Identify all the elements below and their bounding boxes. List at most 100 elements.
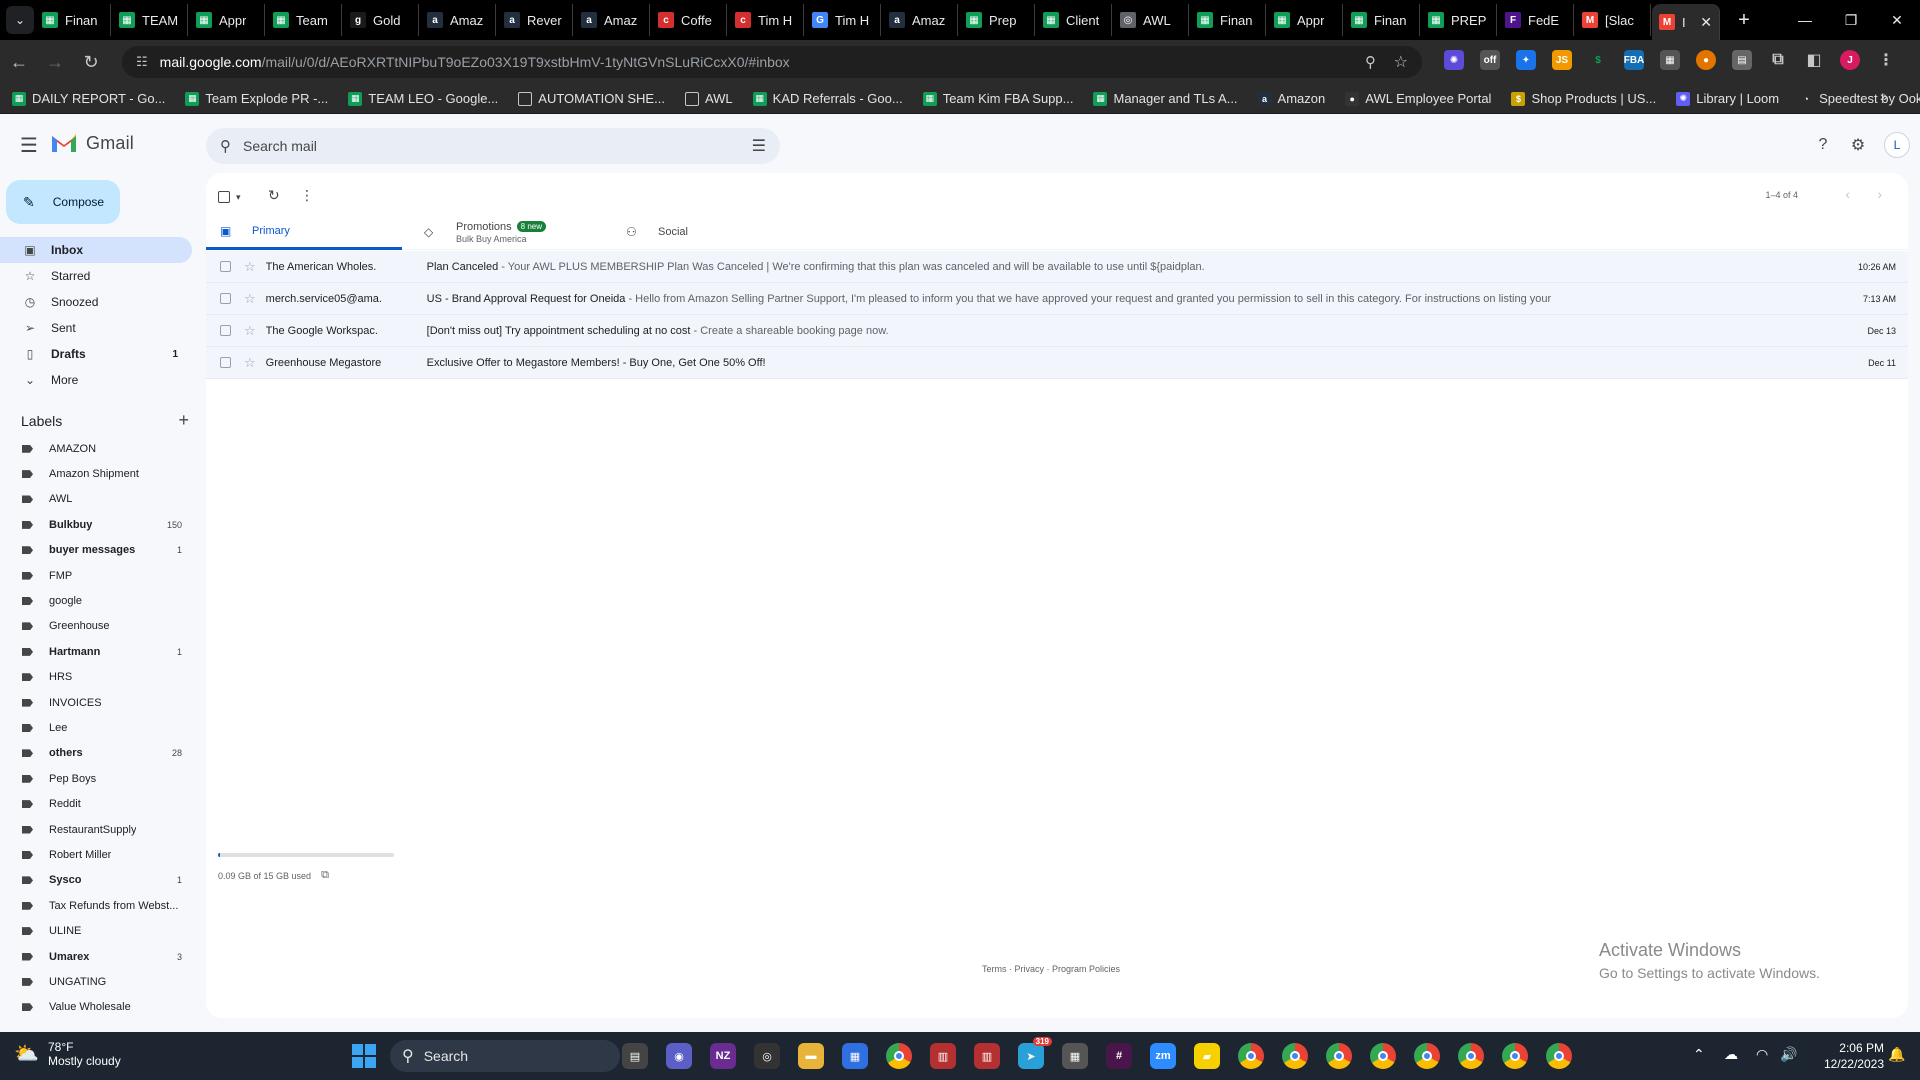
label-item[interactable]: FMP — [0, 563, 192, 588]
terms-link[interactable]: Terms — [982, 964, 1007, 974]
file-manager-icon[interactable]: ▤ — [622, 1043, 648, 1069]
star-icon[interactable]: ☆ — [244, 323, 256, 339]
label-item[interactable]: Lee — [0, 715, 192, 740]
browser-tab[interactable]: ▦ Client — [1036, 4, 1112, 36]
extension-icon[interactable]: ✺ — [1444, 50, 1464, 70]
bookmark-item[interactable]: $ Shop Products | US... — [1511, 91, 1656, 106]
browser-tab[interactable]: ▦ Finan — [1344, 4, 1420, 36]
bookmarks-overflow-icon[interactable]: » — [1880, 88, 1888, 104]
browser-tab[interactable]: ◎ AWL — [1113, 4, 1189, 36]
chrome-alt-icon[interactable]: ◎ — [754, 1043, 780, 1069]
search-input[interactable]: Search mail — [243, 138, 317, 154]
email-row[interactable]: ☆ Greenhouse Megastore Exclusive Offer to … — [206, 347, 1908, 379]
sticky-notes-icon[interactable]: ▰ — [1194, 1043, 1220, 1069]
settings-gear-icon[interactable]: ⚙ — [1845, 132, 1871, 158]
label-item[interactable]: Pep Boys — [0, 766, 192, 791]
older-page-icon[interactable]: › — [1877, 186, 1882, 202]
account-avatar[interactable]: L — [1884, 132, 1910, 158]
label-item[interactable]: Greenhouse — [0, 614, 192, 639]
address-bar[interactable]: ☷ mail.google.com/mail/u/0/d/AEoRXRTtNIP… — [122, 46, 1422, 78]
label-item[interactable]: RestaurantSupply — [0, 817, 192, 842]
chrome-icon[interactable] — [886, 1043, 912, 1069]
extension-icon[interactable]: off — [1480, 50, 1500, 70]
bookmark-item[interactable]: ✺ Library | Loom — [1676, 91, 1779, 106]
bookmark-item[interactable]: ▦ Team Kim FBA Supp... — [922, 91, 1073, 106]
label-item[interactable]: AWL — [0, 487, 192, 512]
privacy-link[interactable]: Privacy — [1015, 964, 1045, 974]
select-all-checkbox[interactable] — [218, 191, 230, 203]
label-item[interactable]: Reddit — [0, 791, 192, 816]
row-checkbox[interactable] — [220, 325, 231, 336]
email-row[interactable]: ☆ The Google Workspac. [Don't miss out] Tr… — [206, 315, 1908, 347]
extension-icon[interactable]: ● — [1696, 50, 1716, 70]
zoom-icon[interactable]: zm — [1150, 1043, 1176, 1069]
extension-icon[interactable]: FBA — [1624, 50, 1644, 70]
forward-button[interactable]: → — [38, 45, 72, 79]
nav-item-more[interactable]: ⌄ More — [0, 367, 192, 393]
star-icon[interactable]: ☆ — [244, 355, 256, 371]
nav-item-snoozed[interactable]: ◷ Snoozed — [0, 289, 192, 315]
chrome-icon[interactable] — [1238, 1043, 1264, 1069]
email-row[interactable]: ☆ The American Wholes. Plan Canceled - You… — [206, 251, 1908, 283]
volume-icon[interactable]: 🔊 — [1780, 1046, 1797, 1063]
extension-icon[interactable]: JS — [1552, 50, 1572, 70]
tab-primary[interactable]: ▣ Primary — [206, 214, 402, 250]
windows-start-icon[interactable] — [352, 1044, 376, 1068]
compose-button[interactable]: ✎ Compose — [6, 180, 120, 224]
nav-item-starred[interactable]: ☆ Starred — [0, 263, 192, 289]
row-checkbox[interactable] — [220, 357, 231, 368]
label-item[interactable]: Amazon Shipment — [0, 461, 192, 486]
nav-item-sent[interactable]: ➢ Sent — [0, 315, 192, 341]
browser-tab[interactable]: c Tim H — [728, 4, 804, 36]
nzxt-icon[interactable]: NZ — [710, 1043, 736, 1069]
bookmark-item[interactable]: ▦ KAD Referrals - Goo... — [752, 91, 903, 106]
row-checkbox[interactable] — [220, 261, 231, 272]
browser-tab[interactable]: ▦ Appr — [189, 4, 265, 36]
label-item[interactable]: Robert Miller — [0, 842, 192, 867]
extension-icon[interactable]: ▤ — [1732, 50, 1752, 70]
browser-tab[interactable]: M [Slac — [1575, 4, 1651, 36]
search-options-icon[interactable]: ☰ — [752, 136, 766, 156]
browser-tab[interactable]: g Gold — [343, 4, 419, 36]
star-icon[interactable]: ☆ — [244, 291, 256, 307]
spreadsheet-icon[interactable]: ▥ — [930, 1043, 956, 1069]
meet-icon[interactable]: ◉ — [666, 1043, 692, 1069]
browser-tab[interactable]: ▦ PREP — [1421, 4, 1497, 36]
chrome-icon[interactable] — [1282, 1043, 1308, 1069]
side-panel-icon[interactable]: ◧ — [1804, 50, 1824, 70]
create-label-plus-icon[interactable]: + — [178, 410, 189, 431]
label-item[interactable]: Umarex 3 — [0, 944, 192, 969]
browser-tab[interactable]: a Amaz — [574, 4, 650, 36]
label-item[interactable]: AMAZON — [0, 436, 192, 461]
restore-button[interactable]: ❐ — [1828, 0, 1874, 40]
more-actions-icon[interactable]: ⋮ — [300, 187, 314, 204]
browser-tab[interactable]: a Amaz — [420, 4, 496, 36]
label-item[interactable]: buyer messages 1 — [0, 538, 192, 563]
system-clock[interactable]: 2:06 PM 12/22/2023 — [1814, 1040, 1884, 1072]
bookmark-item[interactable]: ▦ DAILY REPORT - Go... — [12, 91, 165, 106]
search-icon[interactable]: ⚲ — [220, 137, 231, 155]
main-menu-icon[interactable]: ☰ — [14, 130, 44, 160]
profile-avatar[interactable]: J — [1840, 50, 1860, 70]
label-item[interactable]: INVOICES — [0, 690, 192, 715]
bookmark-item[interactable]: ▦ Team Explode PR -... — [185, 91, 328, 106]
bookmark-item[interactable]: ◔ Speedtest by Ookla... — [1799, 91, 1920, 106]
label-item[interactable]: Value Wholesale — [0, 995, 192, 1020]
label-item[interactable]: Tax Refunds from Webst... — [0, 893, 192, 918]
taskbar-search[interactable]: ⚲ Search — [390, 1040, 620, 1072]
label-item[interactable]: HRS — [0, 665, 192, 690]
browser-tab[interactable]: F FedE — [1498, 4, 1574, 36]
spreadsheet-icon[interactable]: ▥ — [974, 1043, 1000, 1069]
bookmark-item[interactable]: ▦ TEAM LEO - Google... — [348, 91, 498, 106]
nav-item-inbox[interactable]: ▣ Inbox — [0, 237, 192, 263]
extension-icon[interactable]: ▦ — [1660, 50, 1680, 70]
label-item[interactable]: UNGATING — [0, 969, 192, 994]
tab-social[interactable]: ⚇ Social — [612, 214, 808, 250]
program-policies-link[interactable]: Program Policies — [1052, 964, 1120, 974]
zoom-icon[interactable]: ⚲ — [1365, 53, 1376, 71]
notifications-bell-icon[interactable]: 🔔 — [1888, 1046, 1905, 1063]
tab-promotions[interactable]: ◇ Promotions 8 new Bulk Buy America — [410, 214, 606, 250]
bookmark-item[interactable]: ● AWL Employee Portal — [1345, 91, 1491, 106]
tab-search-chevron-icon[interactable]: ⌄ — [6, 6, 34, 34]
help-icon[interactable]: ? — [1810, 132, 1836, 158]
